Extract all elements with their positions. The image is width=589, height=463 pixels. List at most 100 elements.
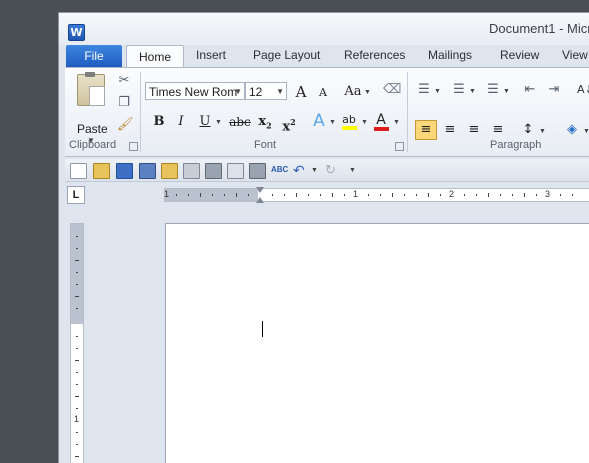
- attach-icon[interactable]: [183, 163, 200, 179]
- font-size-combo[interactable]: 12 ▼: [245, 82, 287, 100]
- align-right-icon[interactable]: ≡: [467, 123, 481, 137]
- undo-icon[interactable]: ↶: [293, 163, 308, 177]
- bullets-icon[interactable]: ☰: [417, 83, 431, 97]
- ruler-tick: [75, 396, 79, 397]
- superscript-icon: x: [282, 119, 291, 135]
- italic-button[interactable]: I: [171, 112, 191, 132]
- vertical-ruler[interactable]: 1: [70, 223, 84, 463]
- grow-font-icon: A: [295, 83, 307, 101]
- chevron-down-icon[interactable]: ▼: [311, 167, 318, 174]
- format-painter-icon[interactable]: 🖌: [117, 118, 134, 132]
- clipboard-launcher-icon[interactable]: [129, 142, 138, 151]
- highlight-button[interactable]: ab: [339, 110, 359, 130]
- chevron-down-icon[interactable]: ▼: [329, 119, 336, 126]
- chevron-down-icon[interactable]: ▼: [503, 88, 510, 95]
- superscript-button[interactable]: x2: [279, 112, 299, 135]
- increase-indent-icon[interactable]: ⇥: [547, 83, 561, 97]
- tab-references[interactable]: References: [344, 48, 405, 62]
- spelling-icon[interactable]: ABC: [271, 163, 288, 177]
- chevron-down-icon[interactable]: ▼: [393, 119, 400, 126]
- tab-review[interactable]: Review: [500, 48, 539, 62]
- shrink-font-icon: A: [319, 86, 327, 99]
- subscript-icon: x: [258, 114, 267, 129]
- ruler-number: 1: [353, 189, 359, 199]
- ruler-tick: [476, 194, 477, 196]
- window-title: Document1 - Micr: [489, 21, 589, 36]
- document-page[interactable]: [165, 223, 589, 463]
- chevron-down-icon[interactable]: ▼: [276, 83, 284, 99]
- ruler-tick: [188, 194, 189, 196]
- chevron-down-icon[interactable]: ▼: [434, 88, 441, 95]
- ruler-tick: [76, 384, 78, 385]
- print-icon[interactable]: [205, 163, 222, 179]
- sort-icon[interactable]: A↓: [577, 83, 589, 97]
- grow-font-button[interactable]: A: [291, 82, 311, 102]
- copy-icon[interactable]: ❐: [117, 96, 131, 110]
- align-left-icon: ≡: [420, 122, 432, 137]
- chevron-down-icon[interactable]: ▼: [364, 89, 371, 96]
- quick-access-toolbar: ABC ↶ ▼ ↻ ▼: [65, 159, 589, 182]
- ruler-tick: [76, 236, 78, 237]
- font-color-button[interactable]: A: [371, 110, 391, 131]
- shrink-font-button[interactable]: A: [313, 83, 333, 103]
- ruler-tick: [512, 194, 513, 196]
- font-size-value: 12: [249, 85, 263, 99]
- chevron-down-icon[interactable]: ▼: [583, 128, 589, 135]
- tab-page-layout[interactable]: Page Layout: [253, 48, 320, 62]
- ruler-tick: [76, 272, 78, 273]
- decrease-indent-icon[interactable]: ⇤: [523, 83, 537, 97]
- folder-icon[interactable]: [161, 163, 178, 179]
- bold-button[interactable]: B: [149, 112, 169, 132]
- strikethrough-button[interactable]: abc: [227, 112, 253, 132]
- word-app-icon[interactable]: W: [68, 24, 85, 41]
- open-icon[interactable]: [93, 163, 110, 179]
- title-bar: W Document1 - Micr: [59, 13, 589, 45]
- save-icon[interactable]: [116, 163, 133, 179]
- line-spacing-icon[interactable]: ↕: [521, 123, 535, 137]
- clipboard-group-label: Clipboard: [69, 139, 117, 151]
- numbering-icon[interactable]: ☰: [452, 83, 466, 97]
- text-effects-button[interactable]: A: [309, 111, 329, 131]
- quick-print-icon[interactable]: [249, 163, 266, 179]
- multilevel-list-icon[interactable]: ☰: [486, 83, 500, 97]
- chevron-down-icon[interactable]: ▼: [215, 119, 222, 126]
- chevron-down-icon[interactable]: ▼: [539, 128, 546, 135]
- chevron-down-icon[interactable]: ▼: [361, 119, 368, 126]
- ruler-number: 2: [449, 189, 455, 199]
- chevron-down-icon[interactable]: ▼: [469, 88, 476, 95]
- tab-view[interactable]: View: [562, 48, 588, 62]
- tab-selector-button[interactable]: L: [67, 186, 85, 204]
- underline-button[interactable]: U: [195, 112, 215, 132]
- customize-toolbar-icon[interactable]: ▼: [349, 167, 356, 174]
- tab-insert[interactable]: Insert: [196, 48, 226, 62]
- ruler-tick: [75, 296, 79, 297]
- horizontal-ruler[interactable]: 1 1 2 3: [164, 187, 589, 203]
- ruler-tick: [75, 260, 79, 261]
- tab-home[interactable]: Home: [126, 45, 184, 69]
- font-color-swatch: [374, 127, 389, 131]
- font-launcher-icon[interactable]: [395, 142, 404, 151]
- first-line-indent-marker[interactable]: [256, 187, 264, 193]
- shading-icon[interactable]: ◈: [565, 123, 579, 137]
- justify-icon[interactable]: ≡: [491, 123, 505, 137]
- subscript-button[interactable]: x2: [255, 112, 275, 132]
- paste-sheet-icon: [89, 86, 105, 106]
- tab-mailings[interactable]: Mailings: [428, 48, 472, 62]
- ruler-tick: [404, 194, 405, 196]
- ruler-tick: [224, 194, 225, 196]
- new-document-icon[interactable]: [70, 163, 87, 179]
- redo-icon[interactable]: ↻: [325, 163, 340, 177]
- ruler-tick: [76, 432, 78, 433]
- word-window: W Document1 - Micr File Home Insert Page…: [58, 12, 589, 463]
- tab-file[interactable]: File: [66, 45, 122, 67]
- chevron-down-icon[interactable]: ▼: [234, 83, 242, 99]
- print-preview-icon[interactable]: [227, 163, 244, 179]
- align-left-button[interactable]: ≡: [415, 120, 437, 140]
- align-center-icon[interactable]: ≡: [443, 123, 457, 137]
- hanging-indent-marker[interactable]: [256, 197, 264, 203]
- change-case-button[interactable]: Aa: [341, 82, 365, 102]
- cut-icon[interactable]: ✂: [117, 74, 131, 88]
- save-as-icon[interactable]: [139, 163, 156, 179]
- font-name-combo[interactable]: Times New Rom ▼: [145, 82, 245, 100]
- clear-formatting-icon[interactable]: ⌫: [383, 83, 401, 97]
